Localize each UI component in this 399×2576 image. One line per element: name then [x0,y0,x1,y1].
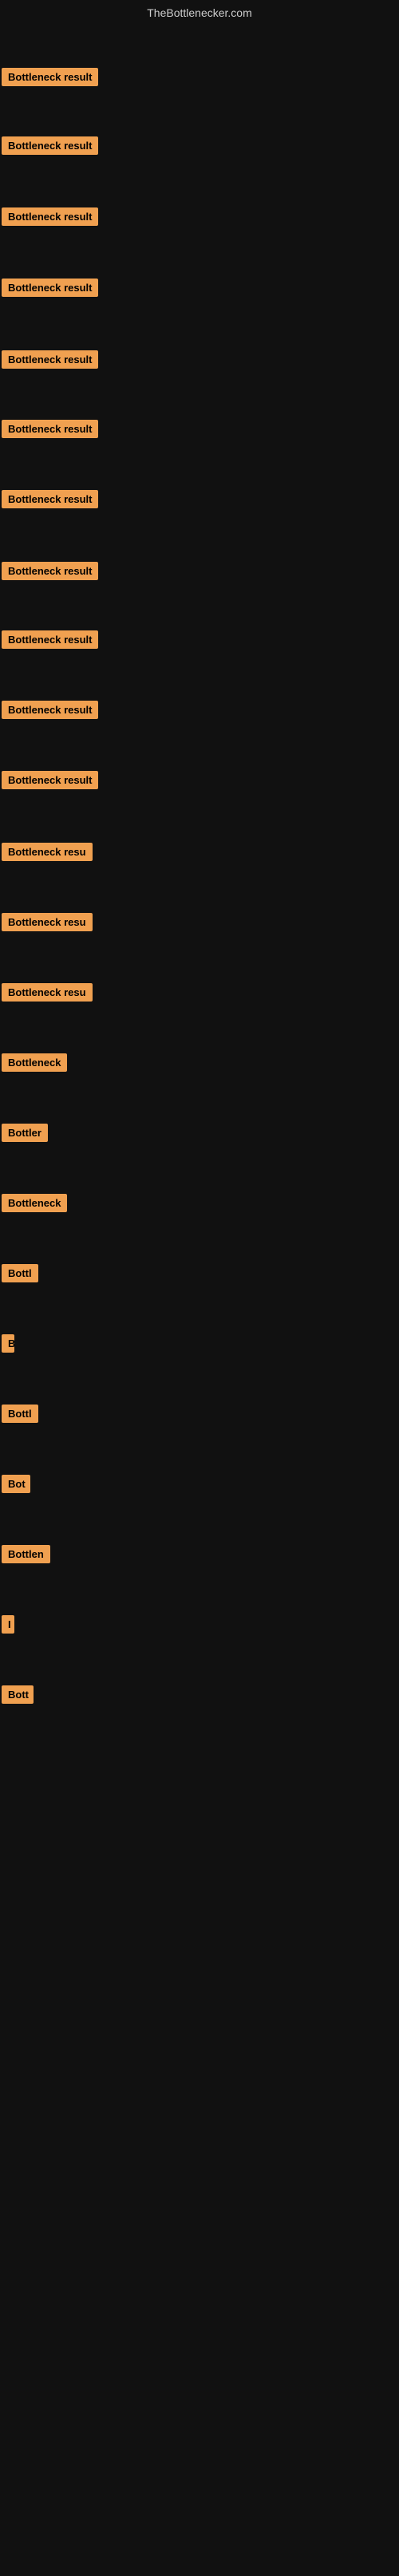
bottleneck-badge-20[interactable]: Bottl [2,1405,38,1423]
site-title: TheBottlenecker.com [0,0,399,22]
bottleneck-list: Bottleneck result Bottleneck result Bottle… [0,22,399,2576]
bottleneck-badge-6[interactable]: Bottleneck result [2,420,98,438]
bottleneck-badge-7[interactable]: Bottleneck result [2,490,98,508]
bottleneck-item-15: Bottleneck [2,1053,67,1076]
bottleneck-item-2: Bottleneck result [2,136,98,159]
bottleneck-item-17: Bottleneck [2,1194,67,1216]
bottleneck-badge-8[interactable]: Bottleneck result [2,562,98,580]
bottleneck-badge-10[interactable]: Bottleneck result [2,701,98,719]
bottleneck-badge-12[interactable]: Bottleneck resu [2,843,93,861]
bottleneck-badge-2[interactable]: Bottleneck result [2,136,98,155]
bottleneck-badge-3[interactable]: Bottleneck result [2,207,98,226]
bottleneck-item-11: Bottleneck result [2,771,98,793]
bottleneck-item-9: Bottleneck result [2,630,98,653]
bottleneck-badge-17[interactable]: Bottleneck [2,1194,67,1212]
bottleneck-item-13: Bottleneck resu [2,913,93,935]
bottleneck-badge-4[interactable]: Bottleneck result [2,279,98,297]
bottleneck-item-16: Bottler [2,1124,48,1146]
bottleneck-item-8: Bottleneck result [2,562,98,584]
bottleneck-item-5: Bottleneck result [2,350,98,373]
bottleneck-item-19: B [2,1334,14,1357]
bottleneck-badge-24[interactable]: Bott [2,1685,34,1704]
bottleneck-badge-14[interactable]: Bottleneck resu [2,983,93,1002]
bottleneck-item-18: Bottl [2,1264,38,1286]
bottleneck-badge-18[interactable]: Bottl [2,1264,38,1282]
bottleneck-item-14: Bottleneck resu [2,983,93,1006]
bottleneck-item-4: Bottleneck result [2,279,98,301]
bottleneck-badge-22[interactable]: Bottlen [2,1545,50,1563]
bottleneck-item-10: Bottleneck result [2,701,98,723]
bottleneck-item-3: Bottleneck result [2,207,98,230]
bottleneck-item-22: Bottlen [2,1545,50,1567]
bottleneck-item-21: Bot [2,1475,30,1497]
bottleneck-badge-23[interactable]: I [2,1615,14,1634]
bottleneck-badge-1[interactable]: Bottleneck result [2,68,98,86]
bottleneck-badge-16[interactable]: Bottler [2,1124,48,1142]
bottleneck-badge-13[interactable]: Bottleneck resu [2,913,93,931]
bottleneck-item-23: I [2,1615,14,1638]
bottleneck-badge-11[interactable]: Bottleneck result [2,771,98,789]
bottleneck-badge-5[interactable]: Bottleneck result [2,350,98,369]
bottleneck-item-6: Bottleneck result [2,420,98,442]
bottleneck-item-7: Bottleneck result [2,490,98,512]
bottleneck-badge-15[interactable]: Bottleneck [2,1053,67,1072]
bottleneck-item-24: Bott [2,1685,34,1708]
bottleneck-badge-21[interactable]: Bot [2,1475,30,1493]
site-title-bar: TheBottlenecker.com [0,0,399,22]
bottleneck-badge-19[interactable]: B [2,1334,14,1353]
bottleneck-item-1: Bottleneck result [2,68,98,90]
bottleneck-item-20: Bottl [2,1405,38,1427]
bottleneck-badge-9[interactable]: Bottleneck result [2,630,98,649]
bottleneck-item-12: Bottleneck resu [2,843,93,865]
